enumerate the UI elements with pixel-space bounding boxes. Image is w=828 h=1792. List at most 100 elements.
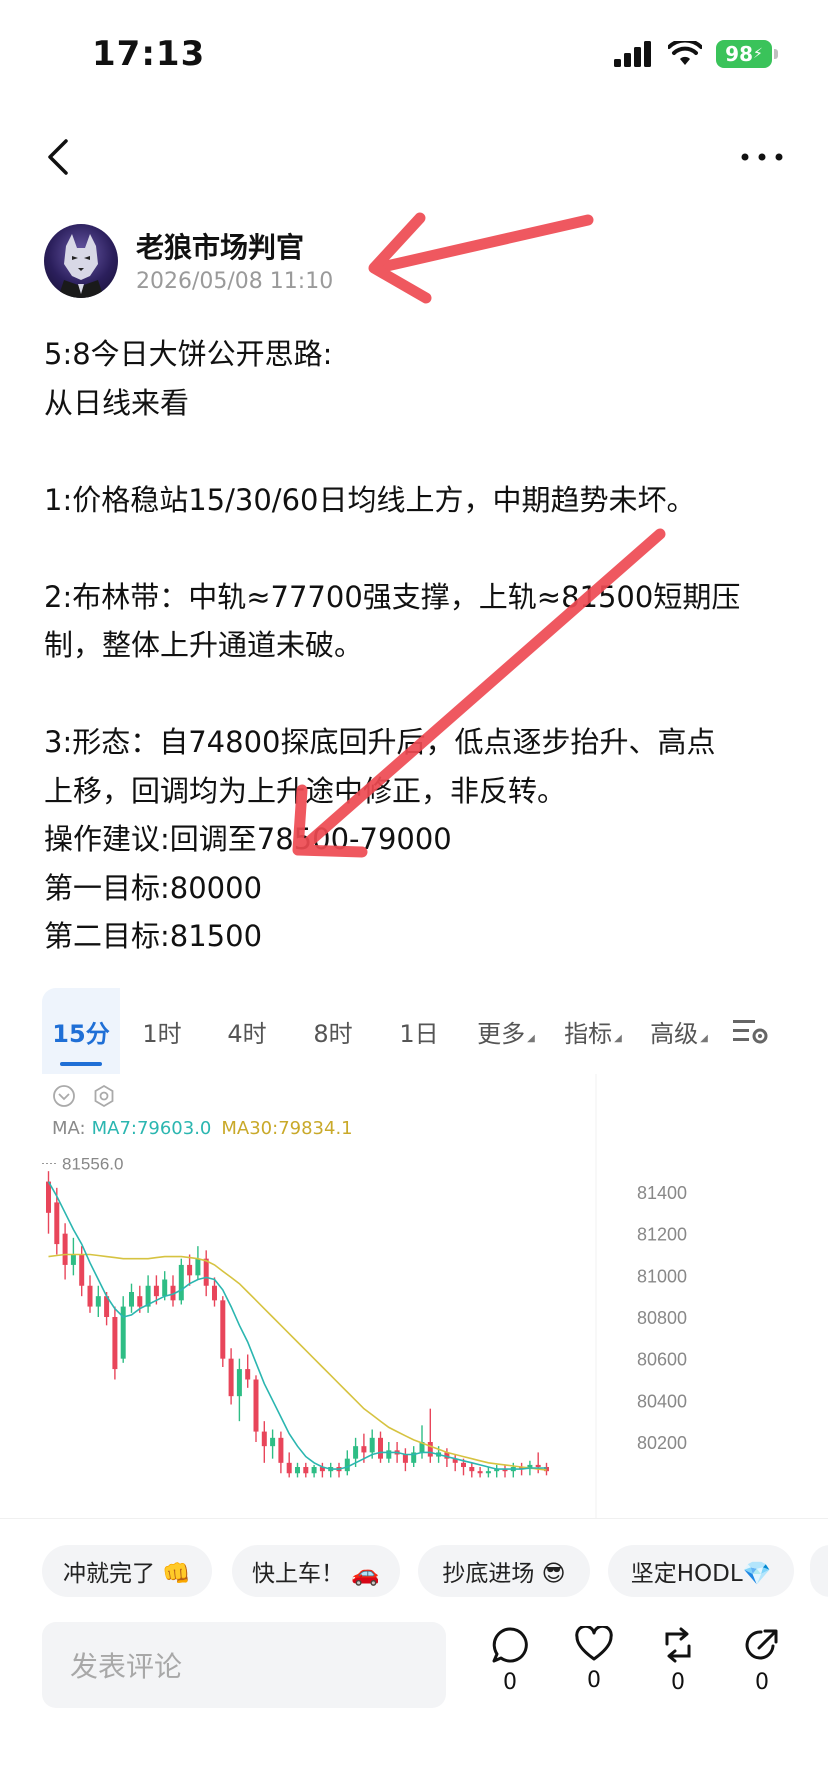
candle-body — [369, 1437, 375, 1453]
candle-body — [378, 1437, 383, 1459]
more-options-button[interactable] — [732, 132, 792, 182]
y-tick-label: 81200 — [637, 1225, 687, 1245]
candle-body — [195, 1258, 201, 1276]
candle-body — [361, 1446, 367, 1453]
battery-icon: 98 ⚡ — [716, 40, 778, 68]
cellular-signal-icon — [614, 41, 651, 67]
wolf-avatar-icon — [58, 234, 104, 298]
candle-body — [485, 1471, 491, 1474]
reaction-chip[interactable]: 坚定HODL💎 — [608, 1545, 794, 1597]
candle-body — [353, 1446, 359, 1459]
author-name[interactable]: 老狼市场判官 — [136, 226, 304, 266]
y-tick-label: 80600 — [637, 1350, 687, 1370]
battery-level: 98 — [725, 42, 753, 66]
status-icons: 98 ⚡ — [614, 40, 778, 68]
author-header[interactable]: 老狼市场判官 2026/05/08 11:10 — [44, 224, 644, 304]
candle-body — [153, 1285, 159, 1297]
candle-body — [295, 1467, 300, 1474]
candle-body — [212, 1285, 217, 1301]
candle-body — [87, 1285, 93, 1307]
candle-body — [344, 1458, 350, 1472]
candle-body — [236, 1369, 242, 1397]
candle-body — [95, 1296, 101, 1307]
candle-body — [228, 1358, 234, 1397]
like-count: 0 — [587, 1668, 601, 1693]
reaction-chip-overflow[interactable] — [810, 1545, 828, 1597]
repost-icon — [665, 1627, 691, 1663]
post-line: 第一目标:80000 — [44, 870, 263, 905]
post-line: 制，整体上升通道未破。 — [44, 628, 364, 662]
candle-body — [477, 1471, 483, 1474]
quick-reactions-bar: 冲就完了 👊 快上车！ 🚗 抄底进场 😎 坚定HODL💎 — [0, 1518, 828, 1622]
reaction-chip[interactable]: 抄底进场 😎 — [418, 1545, 590, 1597]
candle-body — [162, 1279, 168, 1297]
share-count: 0 — [755, 1670, 769, 1695]
post-content: 5:8今日大饼公开思路: 从日线来看 1:价格稳站15/30/60日均线上方，中… — [44, 330, 784, 961]
post-timestamp: 2026/05/08 11:10 — [136, 269, 334, 294]
candle-body — [303, 1467, 309, 1474]
candle-body — [270, 1437, 276, 1447]
candle-body — [187, 1264, 193, 1276]
post-line: 3:形态：自74800探底回升后，低点逐步抬升、高点 — [44, 725, 716, 759]
candle-body — [253, 1379, 259, 1432]
repost-count: 0 — [671, 1670, 685, 1695]
reaction-chip[interactable]: 快上车！ 🚗 — [232, 1545, 400, 1597]
status-time: 17:13 — [92, 34, 206, 74]
candle-body — [79, 1254, 85, 1286]
like-button[interactable]: 0 — [564, 1626, 624, 1693]
comment-input[interactable]: 发表评论 — [42, 1622, 446, 1708]
candle-body — [386, 1450, 392, 1459]
post-line: 2:布林带：中轨≈77700强支撑，上轨≈81500短期压 — [44, 579, 741, 614]
candle-body — [70, 1254, 76, 1265]
y-tick-label: 80400 — [637, 1391, 687, 1411]
candle-body — [245, 1369, 251, 1380]
back-arrow-icon — [48, 139, 68, 175]
chart-card[interactable]: 15分 1时 4时 8时 1日 更多 ◢ 指标 ◢ 高级 ◢ MA: MA7:7960 — [42, 988, 786, 1518]
y-tick-label: 80800 — [637, 1308, 687, 1328]
post-line: 从日线来看 — [44, 385, 190, 420]
candlestick-chart[interactable]: 81400 81200 81000 80800 80600 80400 80200 81556… — [42, 988, 786, 1518]
candle-body — [178, 1264, 184, 1301]
back-button[interactable] — [38, 132, 78, 182]
comment-bar: 发表评论 0 0 0 0 — [0, 1622, 828, 1792]
candle-body — [278, 1437, 284, 1463]
y-tick-label: 81000 — [637, 1266, 687, 1286]
share-icon — [745, 1629, 778, 1660]
reaction-chip[interactable]: 冲就完了 👊 — [42, 1545, 212, 1597]
heart-icon — [575, 1626, 613, 1661]
avatar[interactable] — [44, 224, 118, 298]
post-line: 上移，回调均为上升途中修正，非反转。 — [44, 773, 567, 808]
post-line: 操作建议:回调至78500-79000 — [44, 822, 452, 856]
post-line: 第二目标:81500 — [44, 919, 263, 953]
candle-body — [137, 1296, 143, 1307]
candle-body — [286, 1462, 292, 1474]
post-line: 5:8今日大饼公开思路: — [44, 337, 333, 371]
comment-button[interactable]: 0 — [480, 1626, 540, 1695]
candle-body — [261, 1431, 267, 1447]
candle-body — [469, 1467, 475, 1472]
y-tick-label: 81400 — [637, 1183, 687, 1203]
candle-body — [54, 1202, 60, 1245]
candle-body — [220, 1300, 226, 1359]
candle-body — [427, 1442, 433, 1457]
high-marker-label: 81556.0 — [62, 1155, 123, 1174]
y-tick-label: 80200 — [637, 1433, 687, 1453]
candle-body — [203, 1258, 209, 1286]
repost-button[interactable]: 0 — [648, 1626, 708, 1695]
more-dots-icon — [741, 153, 783, 161]
candle-body — [461, 1462, 466, 1467]
candle-body — [535, 1464, 541, 1467]
wifi-icon — [668, 41, 702, 65]
comment-count: 0 — [503, 1670, 517, 1695]
candle-body — [311, 1467, 317, 1474]
share-button[interactable]: 0 — [732, 1626, 792, 1695]
candle-body — [402, 1454, 408, 1463]
nav-bar — [0, 130, 828, 190]
post-line: 1:价格稳站15/30/60日均线上方，中期趋势未坏。 — [44, 482, 696, 517]
candle-body — [62, 1233, 68, 1265]
comment-bubble-icon — [492, 1627, 528, 1663]
candle-body — [129, 1292, 134, 1307]
